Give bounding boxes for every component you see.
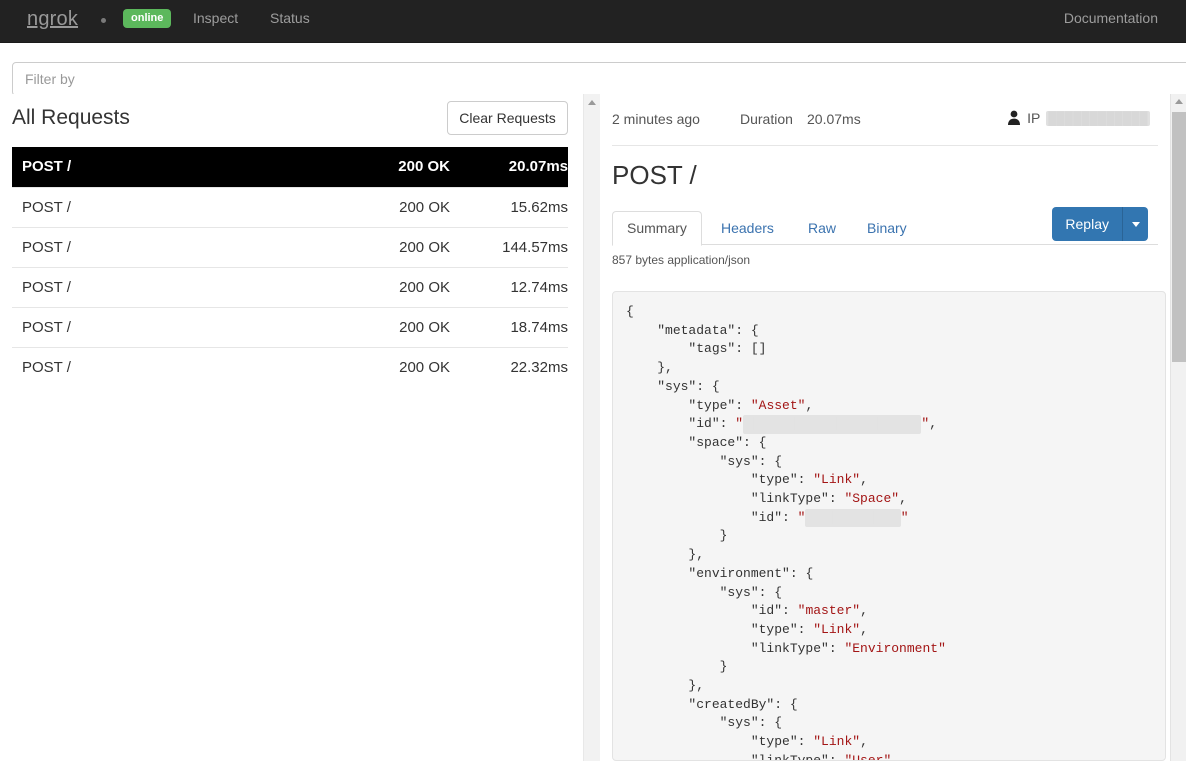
row-status: 200 OK [330, 186, 450, 227]
requests-table: POST / 200 OK 20.07ms POST / 200 OK 15.6… [12, 147, 568, 387]
table-row[interactable]: POST / 200 OK 12.74ms [12, 266, 568, 307]
space-id-redacted: ███████████ [805, 508, 901, 528]
response-body-codeblock[interactable]: { "metadata": { "tags": [] }, "sys": { "… [612, 291, 1166, 761]
page-title: All Requests [12, 106, 130, 129]
person-icon [1008, 110, 1021, 125]
table-row[interactable]: POST / 200 OK 15.62ms [12, 186, 568, 227]
table-row[interactable]: POST / 200 OK 20.07ms [12, 147, 568, 187]
response-body-json: { "metadata": { "tags": [] }, "sys": { "… [626, 304, 946, 761]
request-meta-row: 2 minutes ago Duration 20.07ms IP ██████… [612, 94, 1158, 146]
requests-pane-header: All Requests Clear Requests [0, 94, 583, 147]
table-row[interactable]: POST / 200 OK 18.74ms [12, 306, 568, 347]
top-navbar: ngrok online Inspect Status Documentatio… [0, 0, 1186, 43]
page-scrollbar-thumb[interactable] [1172, 112, 1186, 362]
nav-item-documentation[interactable]: Documentation [1060, 8, 1162, 28]
page-scrollbar[interactable] [1170, 94, 1186, 761]
ip-label: IP [1027, 110, 1041, 126]
requests-pane: All Requests Clear Requests POST / 200 O… [0, 94, 583, 761]
request-detail-pane: 2 minutes ago Duration 20.07ms IP ██████… [600, 94, 1170, 761]
body-info: 857 bytes application/json [612, 253, 751, 267]
client-ip-group: IP ████████████ [1007, 110, 1150, 126]
row-status: 200 OK [330, 266, 450, 307]
tab-headers[interactable]: Headers [706, 211, 789, 246]
duration-label: Duration [740, 111, 793, 127]
row-duration: 18.74ms [450, 306, 568, 347]
row-method-path: POST / [12, 226, 330, 267]
row-duration: 22.32ms [450, 346, 568, 387]
row-method-path: POST / [12, 266, 330, 307]
request-timestamp: 2 minutes ago [612, 111, 700, 127]
tab-summary[interactable]: Summary [612, 211, 702, 246]
bullet-dot-icon [101, 18, 106, 23]
asset-id-redacted: █████████████████████ [743, 415, 922, 434]
replay-button-group: Replay [1052, 207, 1148, 241]
duration-value: 20.07ms [807, 111, 861, 127]
nav-item-status[interactable]: Status [266, 8, 314, 28]
pane-divider-scrollbar[interactable] [583, 94, 600, 761]
row-method-path: POST / [12, 186, 330, 227]
ip-value-redacted: ████████████ [1046, 110, 1150, 126]
row-duration: 15.62ms [450, 186, 568, 227]
nav-item-inspect[interactable]: Inspect [189, 8, 242, 28]
row-method-path: POST / [12, 147, 330, 187]
row-duration: 12.74ms [450, 266, 568, 307]
brand-logo[interactable]: ngrok [27, 8, 78, 31]
tab-raw[interactable]: Raw [793, 211, 851, 246]
filter-input[interactable] [12, 62, 1186, 96]
caret-up-icon[interactable] [588, 100, 596, 105]
row-method-path: POST / [12, 306, 330, 347]
row-status: 200 OK [330, 147, 450, 187]
chevron-down-icon[interactable] [1122, 207, 1148, 241]
row-duration: 20.07ms [450, 147, 568, 187]
row-status: 200 OK [330, 346, 450, 387]
row-duration: 144.57ms [450, 226, 568, 267]
request-title: POST / [612, 160, 697, 190]
tab-binary[interactable]: Binary [852, 211, 922, 246]
table-row[interactable]: POST / 200 OK 22.32ms [12, 346, 568, 387]
row-method-path: POST / [12, 346, 330, 387]
clear-requests-button[interactable]: Clear Requests [447, 101, 568, 135]
replay-button[interactable]: Replay [1052, 207, 1122, 241]
table-row[interactable]: POST / 200 OK 144.57ms [12, 226, 568, 267]
requests-table-body: POST / 200 OK 20.07ms POST / 200 OK 15.6… [12, 147, 568, 387]
caret-up-icon[interactable] [1175, 99, 1183, 104]
row-status: 200 OK [330, 306, 450, 347]
row-status: 200 OK [330, 226, 450, 267]
filter-bar [0, 57, 1186, 96]
status-badge: online [123, 9, 172, 28]
